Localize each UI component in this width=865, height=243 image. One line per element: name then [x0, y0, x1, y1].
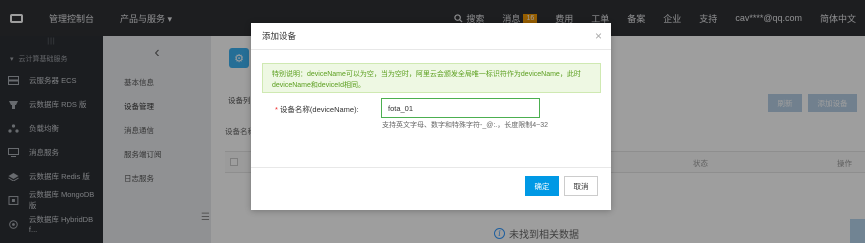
confirm-button[interactable]: 确定: [525, 176, 559, 196]
close-icon[interactable]: ×: [595, 29, 602, 43]
required-asterisk: *: [275, 105, 278, 114]
dialog-footer-divider: [251, 167, 611, 168]
device-name-label: * 设备名称(deviceName):: [275, 104, 359, 115]
notice-banner: 特别说明：deviceName可以为空，当为空时，阿里云会颁发全局唯一标识符作为…: [262, 63, 601, 93]
device-name-help-text: 支持英文字母、数字和特殊字符-_@:.，长度限制4~32: [382, 122, 548, 129]
device-name-label-text: 设备名称(deviceName):: [279, 105, 359, 114]
device-name-input[interactable]: [381, 98, 540, 118]
dialog-header: 添加设备 ×: [251, 23, 611, 50]
cancel-button[interactable]: 取消: [564, 176, 598, 196]
dialog-title: 添加设备: [262, 31, 297, 41]
add-device-dialog: 添加设备 × 特别说明：deviceName可以为空，当为空时，阿里云会颁发全局…: [251, 23, 611, 210]
